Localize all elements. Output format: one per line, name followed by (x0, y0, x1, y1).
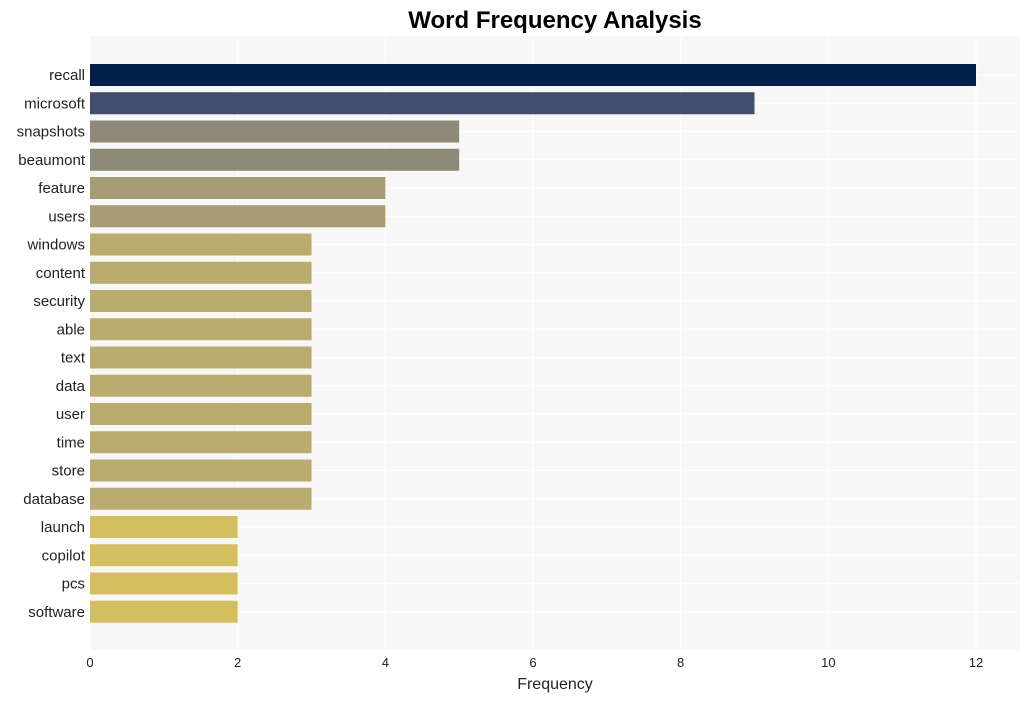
bar-launch (90, 516, 238, 538)
x-tick-label: 2 (234, 655, 241, 670)
x-tick-label: 10 (821, 655, 835, 670)
category-label-recall: recall (49, 67, 85, 84)
category-label-pcs: pcs (62, 576, 85, 593)
category-label-software: software (28, 604, 85, 621)
bar-security (90, 290, 312, 312)
x-axis-label: Frequency (517, 676, 593, 693)
bar-feature (90, 177, 386, 199)
bar-data (90, 374, 312, 397)
bar-text (90, 346, 312, 369)
category-label-content: content (36, 265, 86, 282)
category-label-microsoft: microsoft (24, 95, 86, 112)
category-label-users: users (48, 208, 85, 225)
category-label-beaumont: beaumont (18, 152, 86, 169)
category-label-able: able (57, 321, 85, 338)
x-tick-label: 4 (382, 655, 389, 670)
x-axis-ticks: 0 2 4 6 8 10 12 (86, 655, 983, 670)
bar-store (90, 459, 312, 482)
bar-software (90, 600, 238, 623)
x-tick-label: 8 (677, 655, 684, 670)
bar-time (90, 431, 312, 454)
bar-users (90, 205, 386, 228)
word-frequency-chart: recall microsoft snapshots beaumont feature u… (17, 7, 1020, 693)
category-label-feature: feature (38, 180, 85, 197)
bar-content (90, 261, 312, 284)
x-tick-label: 12 (969, 655, 983, 670)
category-label-time: time (57, 434, 85, 451)
bar-database (90, 487, 312, 510)
chart-title: Word Frequency Analysis (408, 7, 701, 34)
category-label-data: data (56, 378, 86, 395)
bar-pcs (90, 572, 238, 595)
bar-copilot (90, 544, 238, 567)
bar-user (90, 403, 312, 425)
bar-recall (90, 64, 976, 86)
category-label-copilot: copilot (42, 547, 86, 564)
category-label-snapshots: snapshots (17, 124, 85, 141)
y-axis-labels: recall microsoft snapshots beaumont feature u… (17, 67, 86, 621)
bar-beaumont (90, 148, 460, 171)
x-tick-label: 0 (86, 655, 93, 670)
category-label-user: user (56, 406, 85, 423)
category-label-security: security (33, 293, 85, 310)
category-label-store: store (52, 463, 85, 480)
x-tick-label: 6 (529, 655, 536, 670)
category-label-database: database (23, 491, 85, 508)
bar-snapshots (90, 120, 460, 143)
category-label-launch: launch (41, 519, 85, 536)
category-label-text: text (61, 350, 86, 367)
bar-windows (90, 233, 312, 256)
bar-microsoft (90, 92, 755, 115)
category-label-windows: windows (26, 237, 85, 254)
bar-able (90, 318, 312, 341)
